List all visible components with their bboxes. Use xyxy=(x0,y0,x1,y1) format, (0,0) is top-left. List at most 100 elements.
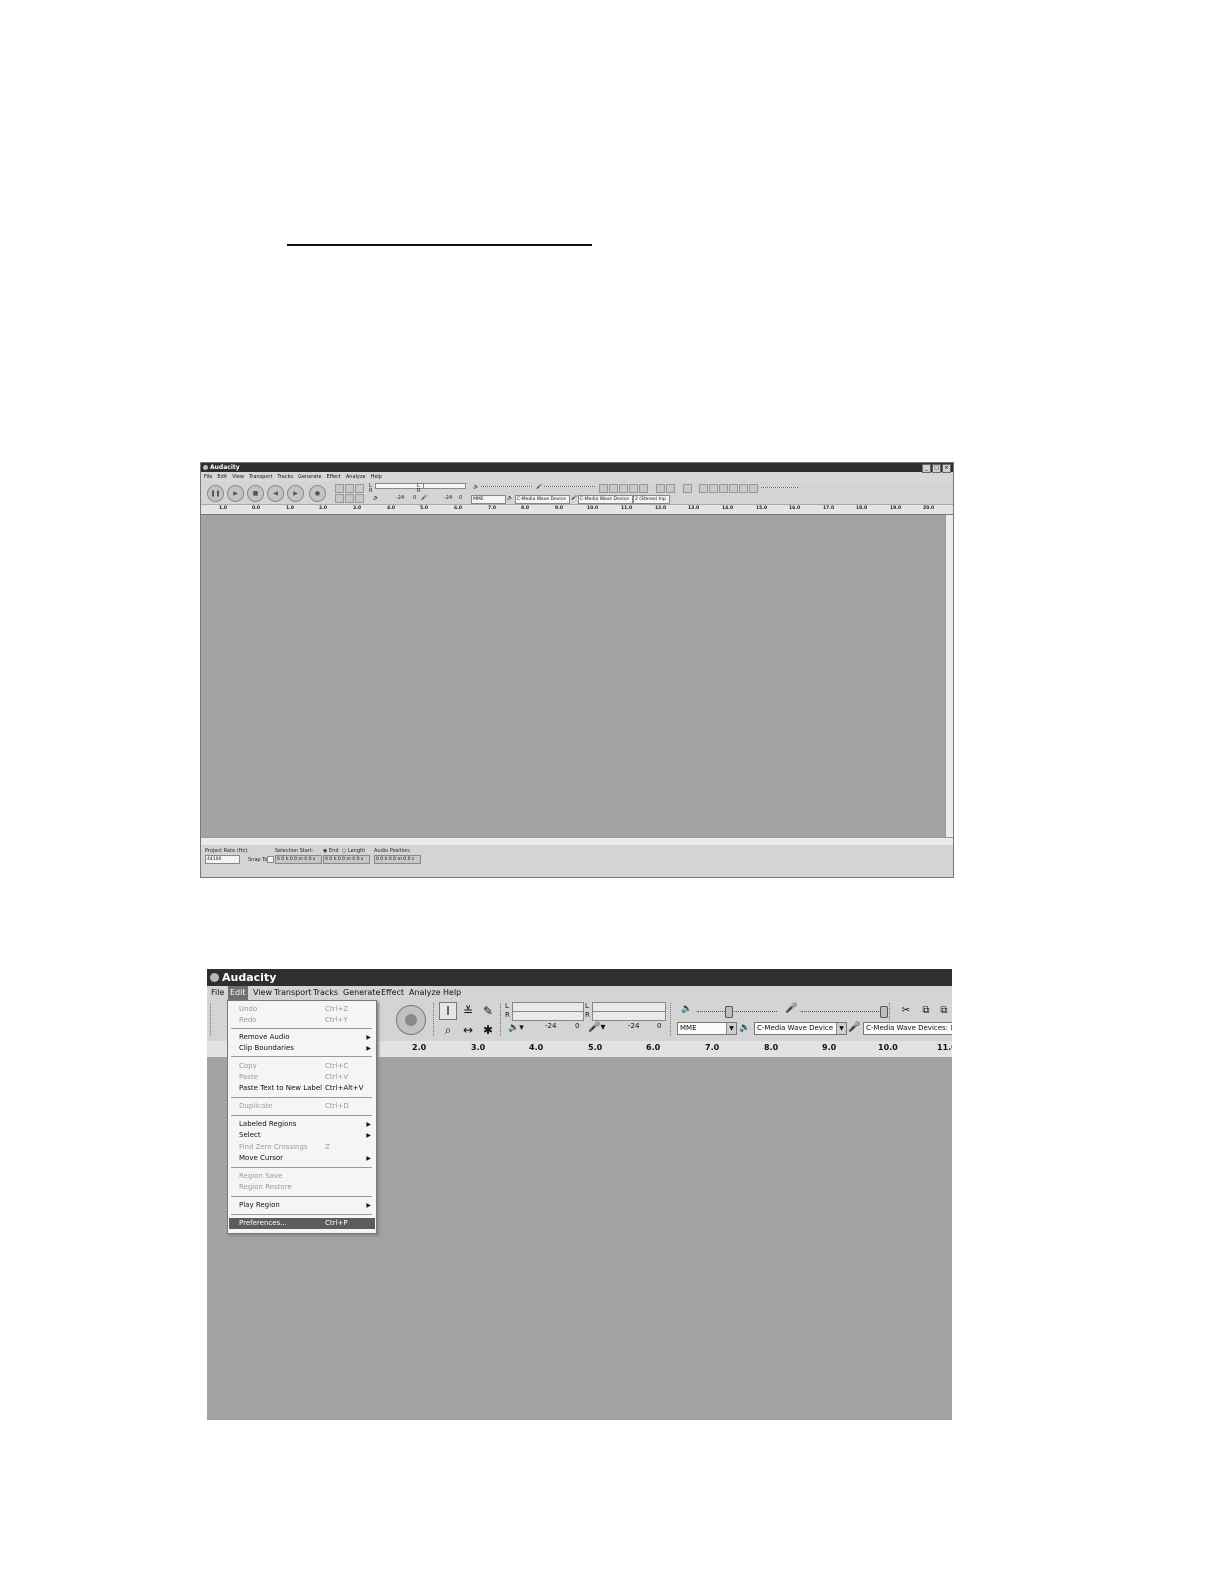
menu-generate[interactable]: Generate xyxy=(298,473,321,481)
menu-item-paste[interactable]: Paste Ctrl+V xyxy=(229,1072,375,1083)
menu-tracks[interactable]: Tracks xyxy=(277,473,293,481)
copy-icon[interactable]: ⧉ xyxy=(917,1002,935,1020)
menu-item-copy[interactable]: Copy Ctrl+C xyxy=(229,1061,375,1072)
output-device-select[interactable]: C-Media Wave Device ▼ xyxy=(754,1022,847,1035)
output-volume-slider[interactable] xyxy=(481,486,532,487)
timeshift-tool-icon[interactable] xyxy=(345,494,354,503)
menu-item-preferences[interactable]: Preferences... Ctrl+P xyxy=(229,1218,375,1229)
menu-tracks[interactable]: Tracks xyxy=(311,986,340,1000)
toolbar-grip[interactable] xyxy=(889,1003,894,1021)
envelope-tool-icon[interactable] xyxy=(345,484,354,493)
end-radio[interactable]: ◉ xyxy=(323,848,327,854)
menu-generate[interactable]: Generate xyxy=(341,986,382,1000)
vertical-scrollbar[interactable] xyxy=(945,515,953,837)
menu-item-find-zero-crossings[interactable]: Find Zero Crossings Z xyxy=(229,1142,375,1153)
undo-icon[interactable] xyxy=(656,484,665,493)
trim-icon[interactable] xyxy=(629,484,638,493)
snap-to-checkbox[interactable] xyxy=(267,856,274,863)
menu-view[interactable]: View xyxy=(232,473,244,481)
timeline-ruler[interactable]: 1.0 0.0 1.0 2.0 3.0 4.0 5.0 6.0 7.0 8.0 … xyxy=(201,505,953,515)
menu-transport[interactable]: Transport xyxy=(272,986,314,1000)
play-button[interactable]: ▶ xyxy=(227,485,244,502)
menu-file[interactable]: File xyxy=(209,986,226,1000)
menu-item-play-region[interactable]: Play Region ▶ xyxy=(229,1200,375,1211)
maximize-button[interactable]: □ xyxy=(932,464,941,473)
silence-icon[interactable] xyxy=(639,484,648,493)
cut-icon[interactable]: ✂ xyxy=(897,1002,915,1020)
multi-tool-icon[interactable] xyxy=(355,494,364,503)
zoom-out-icon[interactable] xyxy=(709,484,718,493)
play-speed-slider[interactable] xyxy=(761,487,798,488)
skip-start-button[interactable]: ◀ xyxy=(267,485,284,502)
play-at-speed-icon[interactable] xyxy=(749,484,758,493)
menu-item-duplicate[interactable]: Duplicate Ctrl+D xyxy=(229,1101,375,1112)
zoom-tool-icon[interactable] xyxy=(335,494,344,503)
timeshift-tool-icon[interactable]: ↔ xyxy=(459,1021,477,1039)
minimize-button[interactable]: _ xyxy=(922,464,931,473)
pause-button[interactable]: ❚❚ xyxy=(207,485,224,502)
menu-transport[interactable]: Transport xyxy=(249,473,272,481)
audio-position-field[interactable]: 0 0 h 0 0 m 0 0 s xyxy=(374,855,421,864)
menu-item-clip-boundaries[interactable]: Clip Boundaries ▶ xyxy=(229,1043,375,1054)
menu-edit[interactable]: Edit xyxy=(217,473,227,481)
multi-tool-icon[interactable]: ✱ xyxy=(479,1021,497,1039)
host-select[interactable]: MME xyxy=(471,495,506,504)
draw-tool-icon[interactable]: ✎ xyxy=(479,1002,497,1020)
zoom-tool-icon[interactable]: ⌕ xyxy=(439,1021,457,1039)
menu-item-select[interactable]: Select ▶ xyxy=(229,1130,375,1141)
menu-view[interactable]: View xyxy=(251,986,274,1000)
skip-end-button[interactable]: ▶ xyxy=(287,485,304,502)
output-volume-thumb[interactable] xyxy=(725,1006,733,1018)
stop-button[interactable]: ■ xyxy=(247,485,264,502)
input-volume-thumb[interactable] xyxy=(880,1006,888,1018)
menu-item-labeled-regions[interactable]: Labeled Regions ▶ xyxy=(229,1119,375,1130)
length-radio[interactable]: ○ xyxy=(342,848,346,854)
menu-item-move-cursor[interactable]: Move Cursor ▶ xyxy=(229,1153,375,1164)
menu-item-undo[interactable]: Undo Ctrl+Z xyxy=(229,1004,375,1015)
menu-item-redo[interactable]: Redo Ctrl+Y xyxy=(229,1015,375,1026)
menu-analyze[interactable]: Analyze xyxy=(407,986,443,1000)
zoom-toggle-icon[interactable] xyxy=(739,484,748,493)
output-volume-slider[interactable] xyxy=(697,1011,777,1013)
horizontal-scrollbar[interactable] xyxy=(201,837,953,845)
fit-project-icon[interactable] xyxy=(729,484,738,493)
project-rate-select[interactable]: 44100 xyxy=(205,855,240,864)
input-device-select[interactable]: C-Media Wave Device xyxy=(578,495,633,504)
menu-edit[interactable]: Edit xyxy=(228,986,248,1000)
output-device-select[interactable]: C-Media Wave Device xyxy=(515,495,570,504)
fit-selection-icon[interactable] xyxy=(719,484,728,493)
menu-item-paste-text-to-new-label[interactable]: Paste Text to New Label Ctrl+Alt+V xyxy=(229,1083,375,1094)
input-volume-slider[interactable] xyxy=(801,1011,883,1013)
envelope-tool-icon[interactable]: ≚ xyxy=(459,1002,477,1020)
menu-effect[interactable]: Effect xyxy=(326,473,340,481)
input-device-select[interactable]: C-Media Wave Devices: ( xyxy=(863,1022,952,1035)
copy-icon[interactable] xyxy=(609,484,618,493)
record-button[interactable]: ● xyxy=(309,485,326,502)
menu-file[interactable]: File xyxy=(204,473,212,481)
host-select[interactable]: MME ▼ xyxy=(677,1022,737,1035)
zoom-in-icon[interactable] xyxy=(699,484,708,493)
selection-end-field[interactable]: 0 0 h 0 0 m 0 0 s xyxy=(323,855,370,864)
paste-icon[interactable]: ⧉ xyxy=(935,1002,952,1020)
selection-tool-icon[interactable]: I xyxy=(439,1002,457,1020)
menu-item-region-save[interactable]: Region Save xyxy=(229,1171,375,1182)
menu-analyze[interactable]: Analyze xyxy=(346,473,366,481)
track-area[interactable] xyxy=(201,515,945,837)
selection-tool-icon[interactable] xyxy=(335,484,344,493)
redo-icon[interactable] xyxy=(666,484,675,493)
selection-start-field[interactable]: 0 0 h 0 0 m 0 0 s xyxy=(275,855,322,864)
menu-item-region-restore[interactable]: Region Restore xyxy=(229,1182,375,1193)
toolbar-grip[interactable] xyxy=(670,1003,675,1036)
toolbar-grip[interactable] xyxy=(433,1003,438,1036)
input-volume-slider[interactable] xyxy=(544,486,595,487)
menu-effect[interactable]: Effect xyxy=(379,986,406,1000)
paste-icon[interactable] xyxy=(619,484,628,493)
sync-lock-icon[interactable] xyxy=(683,484,692,493)
close-button[interactable]: × xyxy=(942,464,951,473)
cut-icon[interactable] xyxy=(599,484,608,493)
record-button[interactable] xyxy=(396,1005,426,1035)
draw-tool-icon[interactable] xyxy=(355,484,364,493)
menu-help[interactable]: Help xyxy=(441,986,463,1000)
toolbar-grip[interactable] xyxy=(210,1003,215,1036)
menu-item-remove-audio[interactable]: Remove Audio ▶ xyxy=(229,1032,375,1043)
